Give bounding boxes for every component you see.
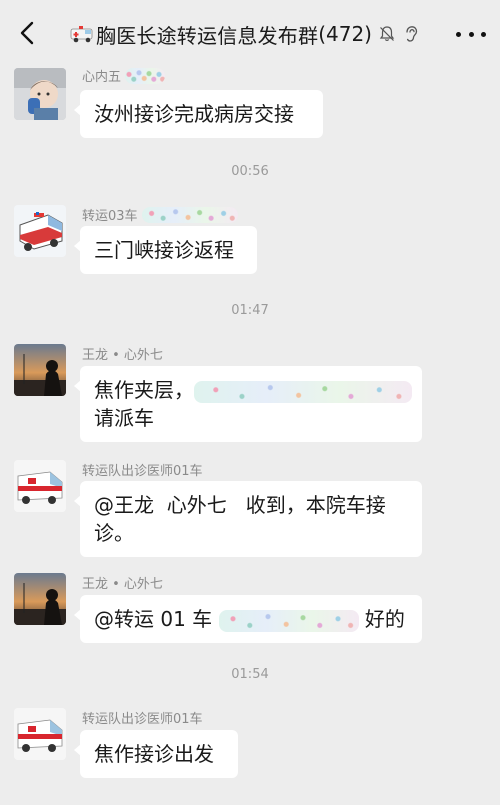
bell-off-icon [379,26,395,41]
avatar[interactable] [14,708,66,760]
sender-name-text: 转运03车 [82,209,138,224]
ambulance-avatar-image [14,205,66,257]
avatar[interactable] [14,205,66,257]
message-line: 诊。 [94,521,134,545]
sender-name: 转运队出诊医师01车 [82,708,203,727]
redacted-block [141,206,238,223]
back-button[interactable] [12,18,42,48]
more-button[interactable] [456,22,486,46]
ambulance-avatar-image [14,460,66,512]
group-name: 胸医长途转运信息发布群 [96,23,319,48]
message-text: 汝州接诊完成病房交接 [94,102,294,126]
redacted-block [194,380,412,403]
message-text: 好的 [364,607,405,631]
sender-name-text: 王龙 • 心外七 [82,348,163,363]
baby-avatar-image [14,68,66,120]
chevron-left-icon [20,21,34,45]
ear-icon [406,26,418,42]
sender-name-text: 王龙 • 心外七 [82,577,163,592]
message-text: 焦作夹层， [94,378,194,402]
sender-name-text: 转运队出诊医师01车 [82,464,203,479]
ambulance-avatar-image [14,708,66,760]
sender-name: 转运队出诊医师01车 [82,460,203,479]
chat-title[interactable]: 胸医长途转运信息发布群 (472) [70,18,420,50]
avatar[interactable] [14,573,66,625]
message-text: 三门峡接诊返程 [94,238,234,262]
message-bubble[interactable]: @转运 01 车 好的 [74,595,422,643]
timestamp: 01:54 [231,667,269,682]
sender-name: 心内五 [82,66,166,85]
more-dot [456,31,461,37]
message-list[interactable]: 心内五 汝州接诊完成病房交接 00:56 转运03车 三门峡接诊返程 01:47… [0,60,500,805]
ambulance-emoji-icon [70,26,93,43]
chat-header: 胸医长途转运信息发布群 (472) [0,0,500,66]
message-bubble[interactable]: 汝州接诊完成病房交接 [74,90,323,138]
sender-name: 转运03车 [82,205,238,224]
more-dot [468,31,474,37]
more-dot [481,31,486,37]
message-bubble[interactable]: 三门峡接诊返程 [74,226,257,274]
sender-name-text: 心内五 [82,70,122,85]
avatar[interactable] [14,68,66,120]
timestamp: 00:56 [231,164,269,179]
message-line: 请派车 [94,404,408,432]
message-line: @王龙 心外七 收到，本院车接 [94,493,386,517]
member-count: (472) [318,22,372,46]
timestamp: 01:47 [231,303,269,318]
avatar[interactable] [14,460,66,512]
message-bubble[interactable]: 焦作接诊出发 [74,730,238,778]
avatar[interactable] [14,344,66,396]
sender-name: 王龙 • 心外七 [82,344,163,363]
message-bubble[interactable]: @王龙 心外七 收到，本院车接 诊。 [74,481,422,557]
message-text: 请派车 [94,406,154,430]
sunset-avatar-image [14,573,66,625]
chat-screen: 胸医长途转运信息发布群 (472) 心内五 汝州接诊完成病房交接 00:56 转… [0,0,500,805]
redacted-block [125,67,166,84]
sender-name-text: 转运队出诊医师01车 [82,712,203,727]
sunset-avatar-image [14,344,66,396]
message-text: 焦作接诊出发 [94,742,214,766]
message-bubble[interactable]: 焦作夹层， 请派车 [74,366,422,442]
redacted-block [218,609,359,632]
sender-name: 王龙 • 心外七 [82,573,163,592]
message-text: @转运 01 车 [94,607,213,631]
message-line: 焦作夹层， [94,376,412,404]
